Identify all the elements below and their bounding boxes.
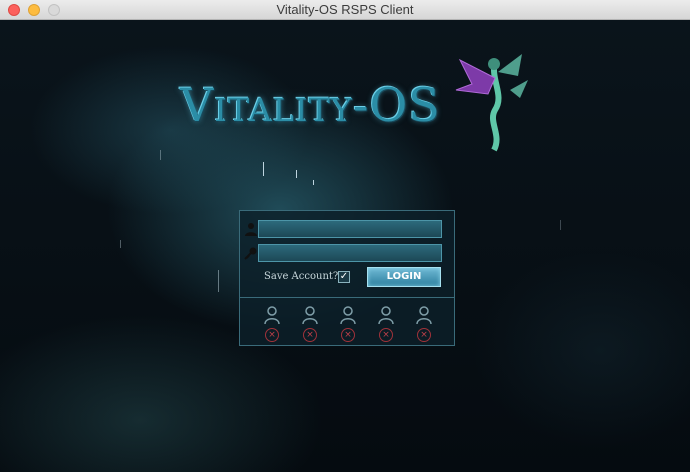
game-logo: Vitality-OS bbox=[180, 54, 550, 152]
logo-text: Vitality-OS bbox=[180, 78, 441, 132]
delete-icon[interactable]: × bbox=[379, 328, 393, 342]
rain-streak bbox=[560, 220, 561, 230]
rain-streak bbox=[263, 162, 264, 176]
login-button[interactable]: LOGIN bbox=[367, 267, 441, 287]
delete-icon[interactable]: × bbox=[265, 328, 279, 342]
rain-streak bbox=[313, 180, 314, 185]
delete-icon[interactable]: × bbox=[341, 328, 355, 342]
avatar-icon bbox=[302, 306, 318, 324]
avatar-icon bbox=[340, 306, 356, 324]
delete-icon[interactable]: × bbox=[417, 328, 431, 342]
save-account-label: Save Account? bbox=[264, 271, 339, 282]
password-field[interactable] bbox=[258, 244, 442, 262]
username-field[interactable] bbox=[258, 220, 442, 238]
panel-divider bbox=[240, 297, 454, 298]
avatar-icon bbox=[378, 306, 394, 324]
save-account-checkbox[interactable]: ✓ bbox=[338, 271, 350, 283]
rain-streak bbox=[120, 240, 121, 248]
saved-account-slot-4[interactable]: × bbox=[376, 306, 396, 346]
user-icon bbox=[245, 223, 257, 236]
rain-streak bbox=[160, 150, 161, 160]
saved-account-slot-2[interactable]: × bbox=[300, 306, 320, 346]
avatar-icon bbox=[416, 306, 432, 324]
window-title: Vitality-OS RSPS Client bbox=[276, 2, 414, 17]
rain-streak bbox=[218, 270, 219, 292]
rain-streak bbox=[296, 170, 297, 178]
key-icon bbox=[244, 247, 257, 260]
login-panel: Save Account? ✓ LOGIN × × × × × bbox=[239, 210, 455, 346]
avatar-icon bbox=[264, 306, 280, 324]
saved-account-slot-1[interactable]: × bbox=[262, 306, 282, 346]
title-bar[interactable]: Vitality-OS RSPS Client bbox=[0, 0, 690, 20]
dragon-logo-icon bbox=[455, 54, 528, 152]
saved-account-slot-3[interactable]: × bbox=[338, 306, 358, 346]
app-window: Vitality-OS RSPS Client Vitality-OS Save… bbox=[0, 0, 690, 472]
saved-account-slot-5[interactable]: × bbox=[414, 306, 434, 346]
delete-icon[interactable]: × bbox=[303, 328, 317, 342]
client-background: Vitality-OS Save Account? ✓ LOGIN × × × … bbox=[0, 20, 690, 472]
